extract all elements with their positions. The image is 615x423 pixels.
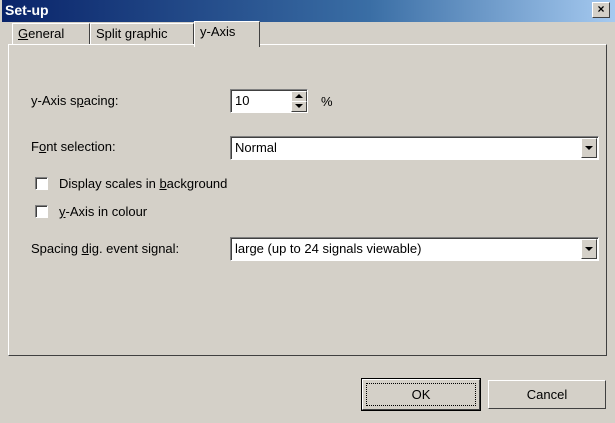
close-icon: × <box>597 2 605 16</box>
font-selection-value: Normal <box>235 140 277 155</box>
close-button[interactable]: × <box>592 2 610 18</box>
title-bar[interactable]: Set-up × <box>2 0 615 22</box>
spacing-event-value: large (up to 24 signals viewable) <box>235 241 422 256</box>
y-axis-colour-label[interactable]: y-Axis in colour <box>59 204 147 219</box>
y-axis-colour-checkbox[interactable] <box>35 205 48 218</box>
spacing-event-dropdown[interactable]: large (up to 24 signals viewable) <box>230 237 599 261</box>
display-scales-label[interactable]: Display scales in background <box>59 176 227 191</box>
tab-general[interactable]: General <box>12 23 90 45</box>
tab-general-accel: G <box>18 26 29 41</box>
tab-y-axis[interactable]: y-Axis <box>194 21 260 47</box>
cancel-button-label: Cancel <box>526 387 568 402</box>
ok-button-label: OK <box>366 383 476 406</box>
display-scales-checkbox[interactable] <box>35 177 48 190</box>
y-axis-spacing-unit: % <box>321 94 333 109</box>
tab-split-graphic[interactable]: Split graphic <box>90 23 194 45</box>
spin-down-button[interactable] <box>291 101 307 112</box>
ok-button[interactable]: OK <box>361 378 481 411</box>
y-axis-spacing-value: 10 <box>235 93 250 108</box>
font-selection-dropdown[interactable]: Normal <box>230 136 599 160</box>
spacing-event-dropdown-button[interactable] <box>581 239 597 259</box>
spacing-event-label: Spacing dig. event signal: <box>31 241 180 256</box>
tab-y-axis-label: y-Axis <box>200 24 236 39</box>
y-axis-spacing-spinbox[interactable]: 10 <box>230 89 308 113</box>
window-title: Set-up <box>5 2 49 18</box>
font-selection-dropdown-button[interactable] <box>581 138 597 158</box>
setup-dialog: Set-up × General Split graphic y-Axis y-… <box>0 0 615 423</box>
tab-panel-y-axis: y-Axis spacing: 10 % Font selection: Nor… <box>8 44 607 356</box>
cancel-button[interactable]: Cancel <box>488 380 606 409</box>
tab-general-label-post: eneral <box>28 26 65 41</box>
tab-split-graphic-label: Split graphic <box>96 26 168 41</box>
font-selection-label: Font selection: <box>31 139 116 154</box>
y-axis-spacing-label: y-Axis spacing: <box>31 93 119 108</box>
